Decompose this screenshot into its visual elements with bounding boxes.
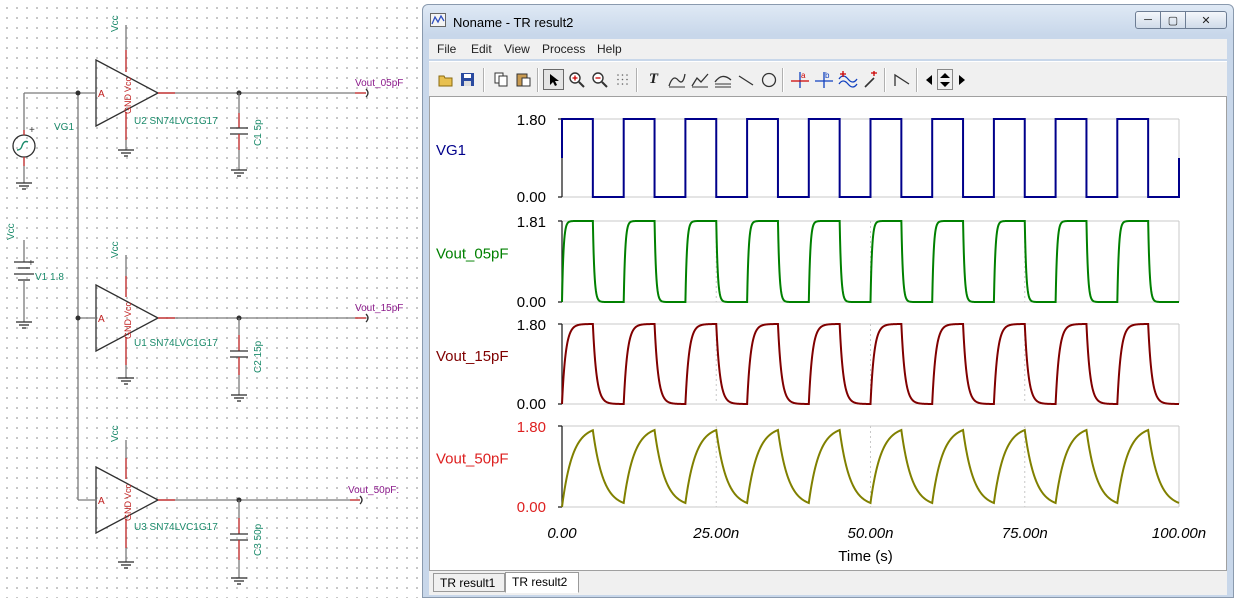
tab-tr-result1[interactable]: TR result1 [433,573,505,592]
y-max-label: 1.80 [517,419,546,436]
grid-icon[interactable] [612,69,633,90]
x-tick-label: 25.00n [692,525,739,542]
gate3-pin-a: A [98,496,105,507]
circle-icon[interactable] [758,69,779,90]
menu-process[interactable]: Process [542,42,585,56]
cursor-b-icon[interactable]: b [813,69,834,90]
line-icon[interactable] [735,69,756,90]
x-tick-label: 100.00n [1152,525,1206,542]
battery-plus: + [28,258,34,269]
cap3-label[interactable]: C3 50p [253,523,264,556]
out3-label[interactable]: Vout_50pF: [348,485,399,496]
series-label-vout_05pf: Vout_05pF [436,246,509,263]
window-title: Noname - TR result2 [453,15,574,30]
open-icon[interactable] [435,69,456,90]
toolbar: T a b [429,61,1227,97]
app-icon [430,13,446,27]
plot-area[interactable]: 0.00 25.00n 50.00n 75.00n 100.00n 1.80 0.00 VG1… [429,96,1227,571]
arrow-left-icon[interactable] [922,69,936,90]
minimize-button[interactable]: ─ [1135,11,1161,29]
waveform-chart[interactable]: 0.00 25.00n 50.00n 75.00n 100.00n 1.80 0.00 VG1… [430,97,1226,570]
y-max-label: 1.80 [517,317,546,334]
menu-view[interactable]: View [504,42,530,56]
x-tick-label: 75.00n [1002,525,1048,542]
curve-tool-1-icon[interactable] [666,69,687,90]
zoom-in-icon[interactable] [566,69,587,90]
menu-edit[interactable]: Edit [471,42,492,56]
gate3-vcc-pin: Vcc [123,483,133,499]
out2-label[interactable]: Vout_15pF [355,303,403,314]
x-axis-title: Time (s) [838,548,892,565]
menu-bar: File Edit View Process Help [429,39,1227,59]
menu-file[interactable]: File [437,42,456,56]
y-max-label: 1.81 [517,214,546,231]
marker-icon[interactable] [860,69,881,90]
gate1-gnd-pin: GND [123,94,133,115]
gate3-gnd-pin: GND [123,501,133,522]
schematic-canvas[interactable]: VG1 + + V1 1.8 Vcc Vcc Vcc Vcc A A A Vcc… [0,0,425,598]
cap1-label[interactable]: C1 5p [253,119,264,146]
gate2-gnd-pin: GND [123,319,133,340]
gate2-name[interactable]: U1 SN74LVC1G17 [134,338,218,349]
menu-help[interactable]: Help [597,42,622,56]
source-plus: + [29,125,35,136]
step-icon[interactable] [891,69,912,90]
y-max-label: 1.80 [517,112,546,129]
zoom-out-icon[interactable] [589,69,610,90]
result-window[interactable]: Noname - TR result2 ─ ▢ ✕ File Edit View… [422,4,1234,598]
paste-icon[interactable] [513,69,534,90]
y-min-label: 0.00 [517,294,546,311]
schematic-drawing: VG1 + + V1 1.8 Vcc Vcc Vcc Vcc A A A Vcc… [6,15,403,585]
pointer-icon[interactable] [543,69,564,90]
close-button[interactable]: ✕ [1185,11,1227,29]
wave-icon[interactable] [837,69,858,90]
copy-icon[interactable] [491,69,512,90]
gate1-name[interactable]: U2 SN74LVC1G17 [134,116,218,127]
svg-text:b: b [825,71,830,80]
cap2-label[interactable]: C2 15p [253,340,264,373]
maximize-button[interactable]: ▢ [1160,11,1186,29]
series-label-vout_15pf: Vout_15pF [436,348,509,365]
gate3-vcc-label: Vcc [110,425,121,442]
x-tick-label: 0.00 [547,525,577,542]
gate1-vcc-label: Vcc [110,15,121,32]
y-min-label: 0.00 [517,189,546,206]
result-tabs: TR result1 TR result2 [429,571,1227,595]
text-icon[interactable]: T [643,69,664,90]
series-line-vg1 [561,118,1180,198]
gate2-pin-a: A [98,314,105,325]
cursor-a-icon[interactable]: a [789,69,810,90]
arrow-right-icon[interactable] [955,69,969,90]
y-min-label: 0.00 [517,499,546,516]
gate1-vcc-pin: Vcc [123,76,133,92]
svg-text:a: a [801,71,806,80]
battery-vcc-label: Vcc [6,223,17,240]
out1-label[interactable]: Vout_05pF [355,78,403,89]
tab-tr-result2[interactable]: TR result2 [505,572,579,593]
curve-tool-2-icon[interactable] [689,69,710,90]
gate2-vcc-label: Vcc [110,241,121,258]
gate2-vcc-pin: Vcc [123,301,133,317]
y-min-label: 0.00 [517,396,546,413]
title-bar[interactable]: Noname - TR result2 ─ ▢ ✕ [423,5,1233,37]
gate1-pin-a: A [98,89,105,100]
curve-tool-3-icon[interactable] [712,69,733,90]
x-tick-label: 50.00n [848,525,894,542]
series-label-vout_50pf: Vout_50pF [436,451,509,468]
source-label: VG1 [54,122,74,133]
save-icon[interactable] [457,69,478,90]
gate3-name[interactable]: U3 SN74LVC1G17 [134,522,218,533]
battery-label: V1 1.8 [35,272,64,283]
arrow-updown-icon[interactable] [937,69,953,90]
series-label-vg1: VG1 [436,142,466,159]
